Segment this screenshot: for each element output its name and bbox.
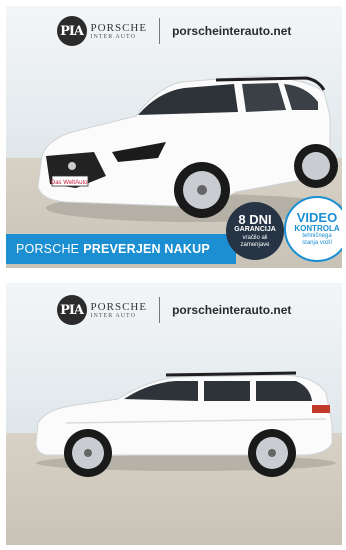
- video-desc-2: stanja vozil: [302, 240, 332, 247]
- video-title-1: VIDEO: [296, 209, 338, 225]
- guarantee-badge: 8 DNI GARANCIJA vračilo ali zamenjave: [226, 202, 284, 260]
- video-control-badge: VIDEO KONTROLA tehničnega stanja vozil: [284, 196, 342, 262]
- car-photo-side-profile: PIA PORSCHE INTER AUTO porscheinterauto.…: [6, 283, 342, 545]
- guarantee-desc-2: zamenjave: [240, 241, 270, 248]
- promo-banner: PORSCHE PREVERJEN NAKUP: [6, 234, 236, 264]
- license-plate-text: Das WeltAuto.: [51, 180, 90, 186]
- video-desc-1: tehničnega: [302, 233, 332, 240]
- car-photo-front-three-quarter: PIA PORSCHE INTER AUTO porscheinterauto.…: [6, 6, 342, 268]
- guarantee-title: GARANCIJA: [234, 226, 276, 234]
- promo-banner-regular: PORSCHE: [16, 242, 80, 256]
- car-illustration-side: [35, 371, 336, 477]
- promo-banner-bold: PREVERJEN NAKUP: [83, 242, 210, 256]
- guarantee-days: 8 DNI: [238, 212, 272, 228]
- guarantee-desc-1: vračilo ali: [242, 234, 268, 241]
- video-title-2: KONTROLA: [294, 223, 340, 233]
